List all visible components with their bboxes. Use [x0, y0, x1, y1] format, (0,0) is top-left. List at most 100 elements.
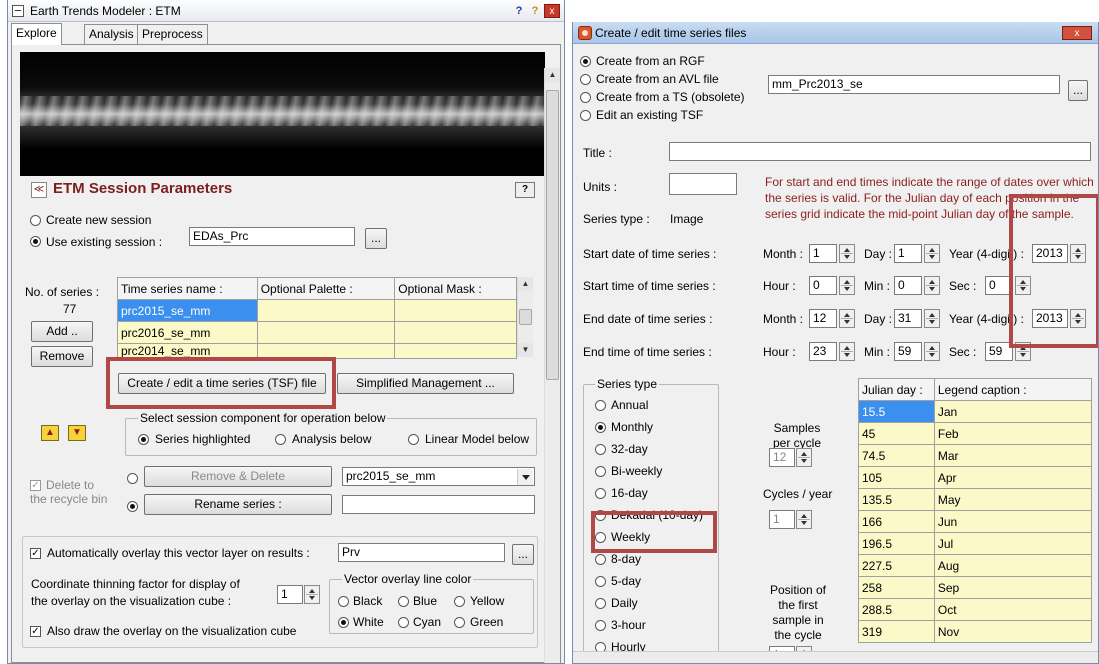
table-row[interactable]: 319 Nov	[858, 620, 1093, 643]
series-type-radio[interactable]	[595, 598, 606, 609]
julian-day-cell[interactable]: 319	[858, 620, 935, 643]
use-existing-session-radio[interactable]	[30, 236, 41, 247]
legend-caption-cell[interactable]: Apr	[933, 466, 1093, 489]
start-min-spinner[interactable]	[924, 276, 940, 295]
thinning-factor-input[interactable]: 1	[277, 585, 303, 604]
table-row[interactable]: 258 Sep	[858, 576, 1093, 599]
tab-analysis[interactable]: Analysis	[84, 24, 139, 44]
tab-preprocess[interactable]: Preprocess	[137, 24, 208, 44]
rename-series-input[interactable]	[342, 495, 535, 514]
table-row[interactable]: 288.5 Oct	[858, 598, 1093, 621]
overlay-browse-button[interactable]: ...	[512, 544, 534, 565]
table-row[interactable]: 45 Feb	[858, 422, 1093, 445]
legend-caption-cell[interactable]: Jun	[933, 510, 1093, 533]
series-name-cell[interactable]: prc2016_se_mm	[117, 321, 258, 344]
series-type-radio[interactable]	[595, 488, 606, 499]
scroll-thumb[interactable]	[546, 90, 559, 380]
end-day-spinner[interactable]	[924, 309, 940, 328]
rename-series-radio[interactable]	[127, 501, 138, 512]
move-up-icon[interactable]: ▲	[41, 425, 59, 441]
create-from-ts-radio[interactable]	[580, 92, 591, 103]
source-file-input[interactable]: mm_Prc2013_se	[768, 75, 1060, 94]
samples-per-cycle-input[interactable]: 12	[769, 448, 795, 467]
mask-cell[interactable]	[394, 321, 517, 344]
close-button[interactable]: x	[1062, 26, 1092, 40]
cycles-per-year-input[interactable]: 1	[769, 510, 795, 529]
start-month-input[interactable]: 1	[809, 244, 837, 263]
table-row[interactable]: 135.5 May	[858, 488, 1093, 511]
create-new-session-radio[interactable]	[30, 215, 41, 226]
session-name-input[interactable]: EDAs_Prc	[189, 227, 355, 246]
column-header-palette[interactable]: Optional Palette :	[256, 277, 396, 300]
tab-explore[interactable]: Explore	[11, 23, 62, 45]
add-series-button[interactable]: Add ..	[31, 321, 93, 342]
legend-caption-cell[interactable]: Oct	[933, 598, 1093, 621]
column-header-series-name[interactable]: Time series name :	[117, 277, 258, 300]
remove-series-button[interactable]: Remove	[31, 346, 93, 367]
julian-day-cell[interactable]: 74.5	[858, 444, 935, 467]
series-type-radio[interactable]	[595, 576, 606, 587]
start-month-spinner[interactable]	[839, 244, 855, 263]
julian-day-cell[interactable]: 166	[858, 510, 935, 533]
julian-day-cell[interactable]: 135.5	[858, 488, 935, 511]
color-black-radio[interactable]	[338, 596, 349, 607]
table-row[interactable]: 166 Jun	[858, 510, 1093, 533]
end-hour-spinner[interactable]	[839, 342, 855, 361]
color-green-radio[interactable]	[454, 617, 465, 628]
table-row[interactable]: prc2015_se_mm	[117, 299, 517, 322]
palette-cell[interactable]	[256, 299, 396, 322]
legend-caption-cell[interactable]: Jul	[933, 532, 1093, 555]
end-month-spinner[interactable]	[839, 309, 855, 328]
scroll-down-icon[interactable]: ▼	[518, 343, 533, 357]
remove-delete-radio[interactable]	[127, 473, 138, 484]
rename-series-button[interactable]: Rename series :	[144, 494, 332, 515]
end-min-spinner[interactable]	[924, 342, 940, 361]
series-name-cell[interactable]: prc2015_se_mm	[117, 299, 258, 322]
start-day-spinner[interactable]	[924, 244, 940, 263]
linear-model-below-radio[interactable]	[408, 434, 419, 445]
table-row[interactable]: 105 Apr	[858, 466, 1093, 489]
system-menu-icon[interactable]	[12, 5, 24, 17]
cycles-per-year-spinner[interactable]	[796, 510, 812, 529]
help-icon[interactable]: ?	[512, 4, 526, 18]
section-help-button[interactable]: ?	[515, 182, 535, 198]
close-button[interactable]: x	[544, 4, 560, 18]
legend-caption-cell[interactable]: May	[933, 488, 1093, 511]
series-type-radio[interactable]	[595, 554, 606, 565]
scroll-up-icon[interactable]: ▲	[518, 277, 533, 291]
scroll-thumb[interactable]	[519, 309, 532, 325]
end-month-input[interactable]: 12	[809, 309, 837, 328]
scroll-up-icon[interactable]: ▲	[545, 68, 560, 82]
overlay-layer-input[interactable]: Prv	[338, 543, 505, 562]
create-from-avl-radio[interactable]	[580, 74, 591, 85]
color-white-radio[interactable]	[338, 617, 349, 628]
end-day-input[interactable]: 31	[894, 309, 922, 328]
samples-per-cycle-spinner[interactable]	[796, 448, 812, 467]
also-draw-checkbox[interactable]: ✓	[30, 626, 41, 637]
julian-day-cell[interactable]: 258	[858, 576, 935, 599]
series-select-dropdown[interactable]: prc2015_se_mm	[342, 467, 535, 486]
table-row[interactable]: 196.5 Jul	[858, 532, 1093, 555]
start-day-input[interactable]: 1	[894, 244, 922, 263]
create-from-rgf-radio[interactable]	[580, 56, 591, 67]
column-header-legend-caption[interactable]: Legend caption :	[933, 378, 1093, 401]
palette-cell[interactable]	[256, 321, 396, 344]
thinning-spinner[interactable]	[304, 585, 320, 604]
series-table-scrollbar[interactable]: ▲ ▼	[517, 277, 533, 357]
series-highlighted-radio[interactable]	[138, 434, 149, 445]
color-blue-radio[interactable]	[398, 596, 409, 607]
end-hour-input[interactable]: 23	[809, 342, 837, 361]
end-min-input[interactable]: 59	[894, 342, 922, 361]
auto-overlay-checkbox[interactable]: ✓	[30, 548, 41, 559]
collapse-chevron-icon[interactable]: ≪	[31, 182, 47, 198]
mask-cell[interactable]	[394, 343, 517, 359]
simplified-management-button[interactable]: Simplified Management ...	[337, 373, 514, 394]
session-browse-button[interactable]: ...	[365, 228, 387, 249]
julian-day-cell[interactable]: 227.5	[858, 554, 935, 577]
source-browse-button[interactable]: ...	[1068, 80, 1088, 101]
column-header-julian-day[interactable]: Julian day :	[858, 378, 935, 401]
legend-caption-cell[interactable]: Nov	[933, 620, 1093, 643]
column-header-mask[interactable]: Optional Mask :	[394, 277, 517, 300]
julian-day-cell[interactable]: 105	[858, 466, 935, 489]
legend-caption-cell[interactable]: Feb	[933, 422, 1093, 445]
